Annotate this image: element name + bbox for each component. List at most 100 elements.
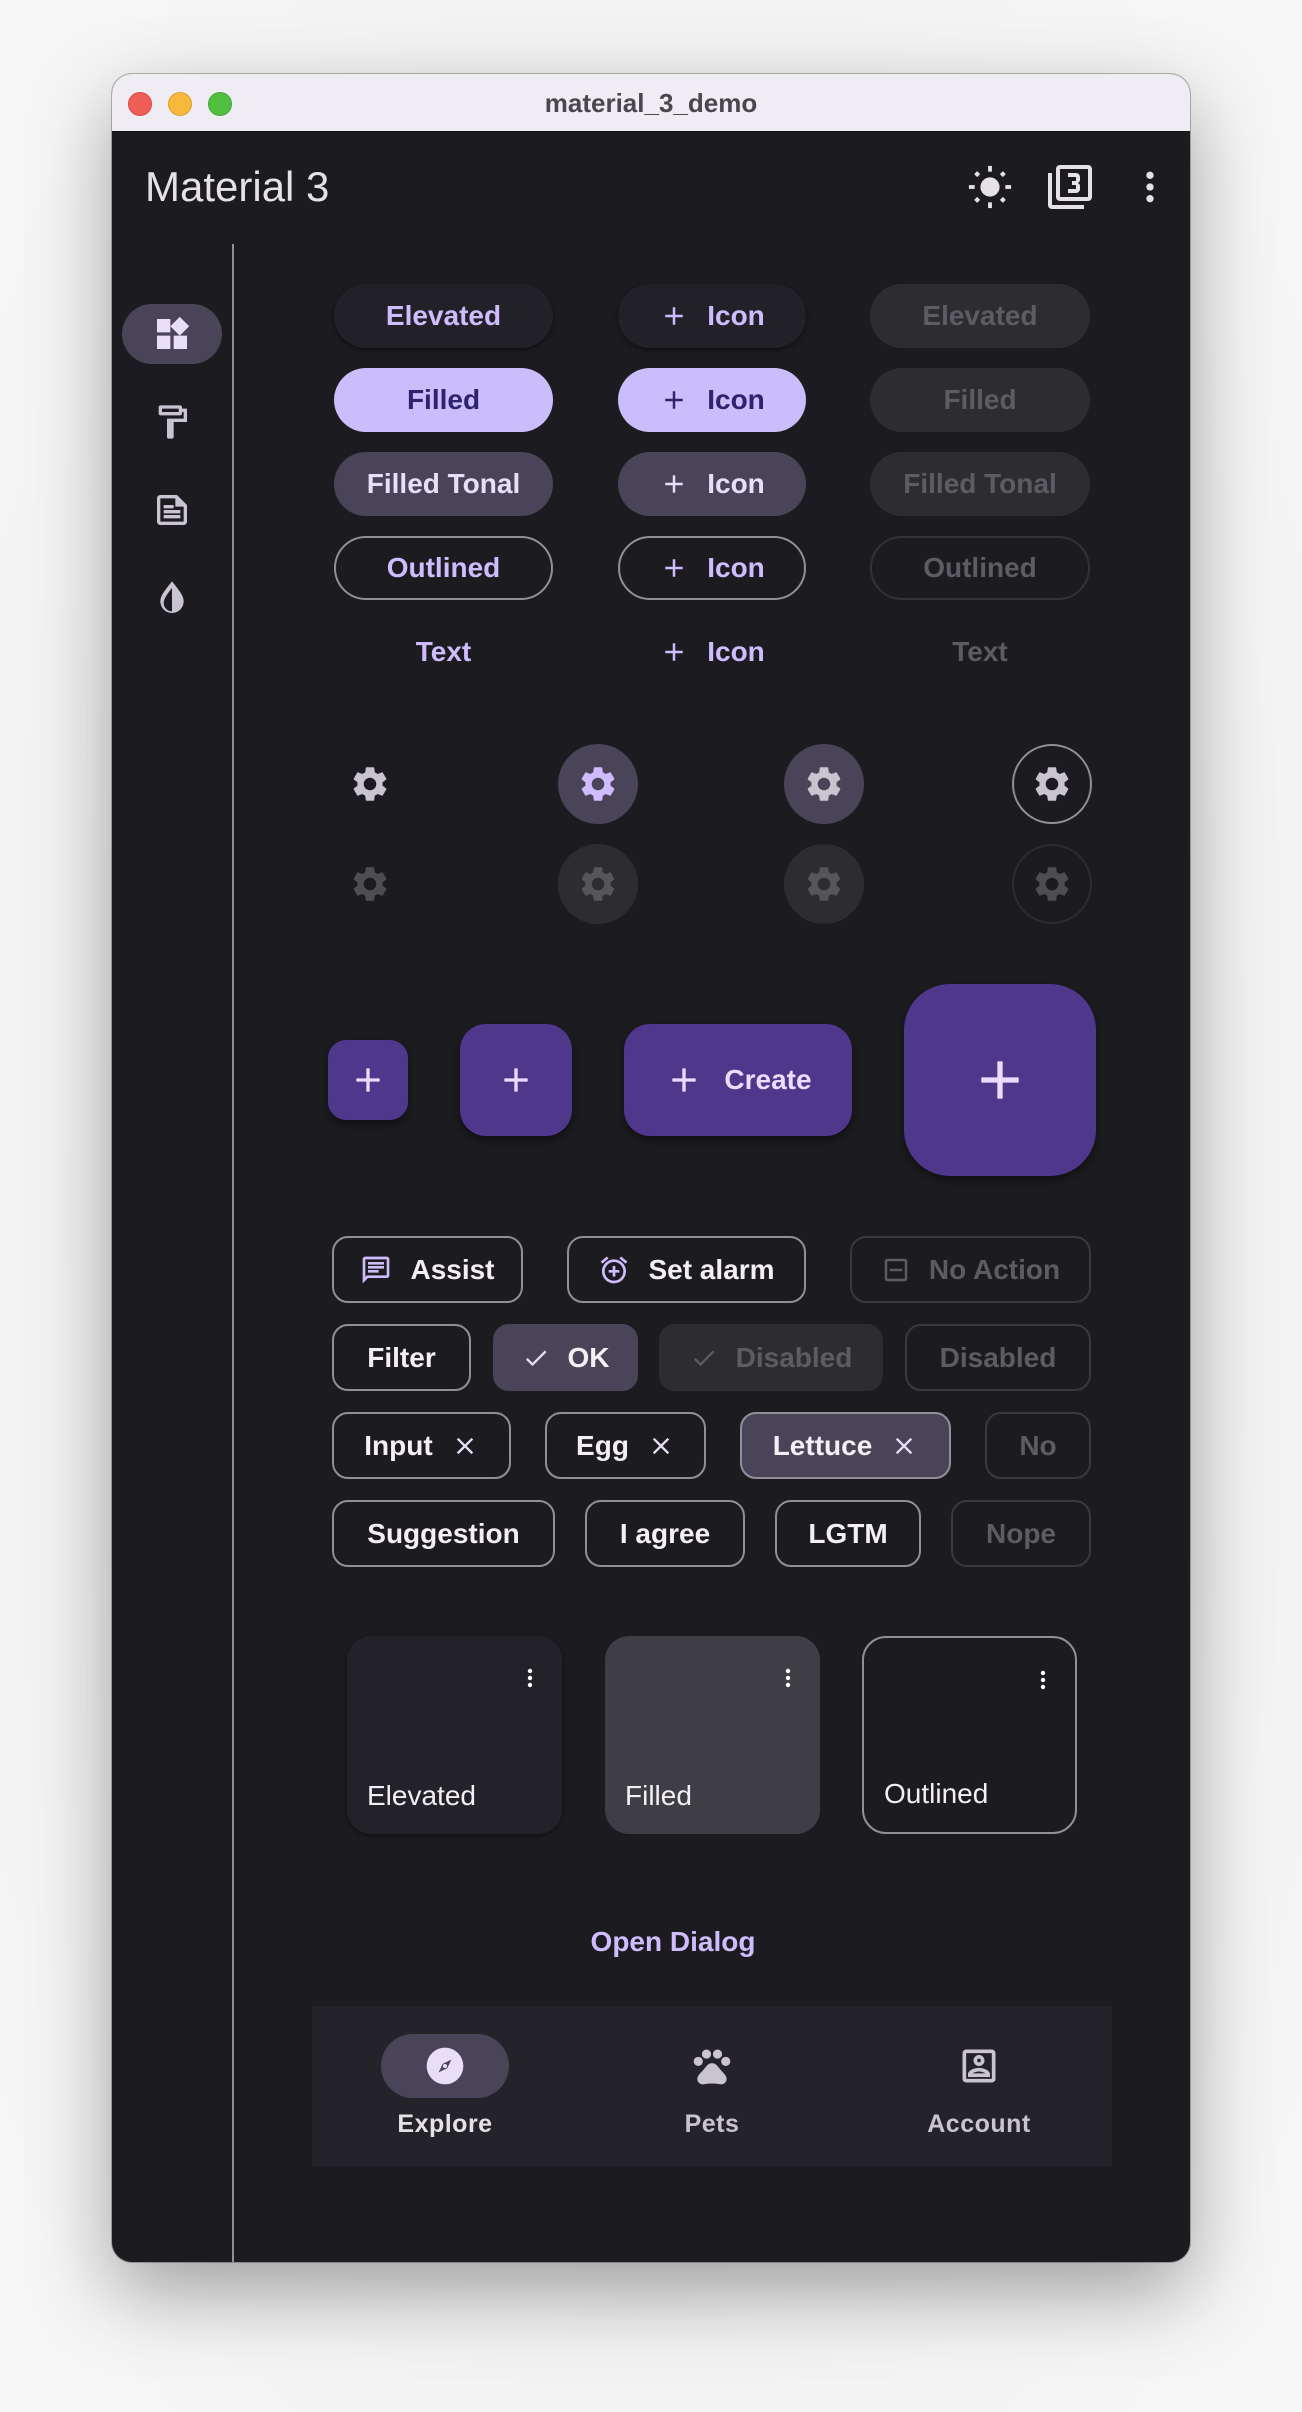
disabled-chip: Disabled <box>905 1324 1091 1391</box>
button-label: Icon <box>707 468 765 499</box>
lettuce-input-chip[interactable]: Lettuce <box>740 1412 951 1479</box>
disabled-filled-tonal-icon-button <box>784 844 864 924</box>
filled-icon-toggle-button[interactable] <box>558 744 638 824</box>
add-icon <box>665 643 683 661</box>
settings-icon <box>353 867 387 901</box>
nav-item-explore[interactable]: Explore <box>312 2006 578 2166</box>
button-label: Outlined <box>386 552 501 583</box>
chip-label: Set alarm <box>648 1253 775 1285</box>
button-label: Icon <box>707 636 765 667</box>
button-label: Icon <box>707 552 765 583</box>
rail-item-typography[interactable] <box>122 480 222 540</box>
article-icon <box>157 495 187 525</box>
filter-chip[interactable]: Filter <box>332 1324 471 1391</box>
material-version-button[interactable] <box>1046 163 1094 211</box>
filled-tonal-button[interactable]: Filled Tonal <box>334 452 553 516</box>
more-vert-icon <box>1040 1670 1046 1690</box>
chip-label: I agree <box>619 1517 711 1549</box>
more-options-button[interactable] <box>1126 163 1174 211</box>
ok-filter-chip[interactable]: OK <box>493 1324 638 1391</box>
nav-item-account[interactable]: Account <box>846 2006 1112 2166</box>
i-agree-chip[interactable]: I agree <box>585 1500 745 1567</box>
lgtm-chip[interactable]: LGTM <box>775 1500 921 1567</box>
filled-button[interactable]: Filled <box>334 368 553 432</box>
assist-chip[interactable]: Assist <box>332 1236 523 1303</box>
regular-fab[interactable] <box>460 1024 572 1136</box>
outlined-card[interactable]: Outlined <box>862 1636 1077 1834</box>
add-icon <box>356 1068 380 1092</box>
card-menu-button[interactable] <box>518 1656 542 1700</box>
card-menu-button[interactable] <box>776 1656 800 1700</box>
disabled-filled-icon-button <box>558 844 638 924</box>
disabled-filled-button: Filled <box>870 368 1090 432</box>
filled-icon-button[interactable]: Icon <box>618 368 806 432</box>
outlined-icon-toggle-button[interactable] <box>1012 744 1092 824</box>
close-icon[interactable] <box>890 1432 918 1460</box>
button-label: Text <box>952 636 1008 667</box>
close-icon[interactable] <box>451 1432 479 1460</box>
filled-tonal-icon-toggle-button[interactable] <box>784 744 864 824</box>
button-label: Filled <box>943 384 1017 415</box>
elevated-button[interactable]: Elevated <box>334 284 553 348</box>
chip-label: Disabled <box>939 1341 1057 1373</box>
filled-card[interactable]: Filled <box>605 1636 820 1834</box>
settings-icon <box>581 767 615 801</box>
light-mode-icon <box>968 165 1012 209</box>
button-label: Text <box>415 636 472 667</box>
nav-item-pets[interactable]: Pets <box>579 2006 845 2166</box>
input-chip[interactable]: Input <box>332 1412 511 1479</box>
disabled-suggestion-chip: Nope <box>951 1500 1091 1567</box>
extended-fab-create[interactable]: Create <box>624 1024 852 1136</box>
elevated-card[interactable]: Elevated <box>347 1636 562 1834</box>
zoom-window-button[interactable] <box>208 92 232 116</box>
filled-tonal-icon-button[interactable]: Icon <box>618 452 806 516</box>
add-icon <box>665 475 683 493</box>
nav-indicator <box>648 2034 776 2098</box>
button-label: Elevated <box>922 300 1038 331</box>
close-icon[interactable] <box>647 1432 675 1460</box>
settings-icon <box>1035 767 1069 801</box>
button-label: Elevated <box>385 300 502 331</box>
text-button[interactable]: Text <box>334 620 553 684</box>
rail-item-color[interactable] <box>122 392 222 452</box>
app-window: material_3_demo Material 3 Elevated Fill… <box>112 74 1190 2262</box>
outlined-button[interactable]: Outlined <box>334 536 553 600</box>
chip-label: Lettuce <box>772 1429 873 1461</box>
text-icon-button[interactable]: Icon <box>618 620 806 684</box>
chip-label: LGTM <box>808 1517 888 1549</box>
small-fab[interactable] <box>328 1040 408 1120</box>
disabled-text-button: Text <box>870 620 1090 684</box>
elevated-icon-button[interactable]: Icon <box>618 284 806 348</box>
disabled-input-chip: No <box>985 1412 1091 1479</box>
minimize-window-button[interactable] <box>168 92 192 116</box>
settings-icon <box>1035 867 1069 901</box>
rail-divider <box>232 244 234 2262</box>
large-fab[interactable] <box>904 984 1096 1176</box>
card-title: Outlined <box>884 1778 989 1809</box>
rail-item-components[interactable] <box>122 304 222 364</box>
card-menu-button[interactable] <box>1031 1658 1055 1702</box>
egg-input-chip[interactable]: Egg <box>545 1412 706 1479</box>
chip-label: No Action <box>928 1253 1061 1285</box>
disabled-elevated-button: Elevated <box>870 284 1090 348</box>
standard-icon-button[interactable] <box>330 744 410 824</box>
open-dialog-button[interactable]: Open Dialog <box>523 1917 823 1967</box>
chip-label: Suggestion <box>367 1517 520 1549</box>
chip-label: Nope <box>986 1517 1056 1549</box>
settings-icon <box>807 767 841 801</box>
settings-icon <box>353 767 387 801</box>
add-icon <box>504 1068 528 1092</box>
outlined-icon-button[interactable]: Icon <box>618 536 806 600</box>
suggestion-chip[interactable]: Suggestion <box>332 1500 555 1567</box>
brightness-button[interactable] <box>966 163 1014 211</box>
nav-label: Account <box>927 2110 1031 2138</box>
rail-item-elevation[interactable] <box>122 568 222 628</box>
nav-label: Explore <box>397 2110 493 2138</box>
add-icon <box>665 391 683 409</box>
account-box-icon <box>962 2049 996 2083</box>
button-label: Icon <box>707 300 765 331</box>
set-alarm-chip[interactable]: Set alarm <box>567 1236 806 1303</box>
more-vert-icon <box>1146 171 1154 203</box>
button-label: Filled <box>406 384 481 415</box>
close-window-button[interactable] <box>128 92 152 116</box>
